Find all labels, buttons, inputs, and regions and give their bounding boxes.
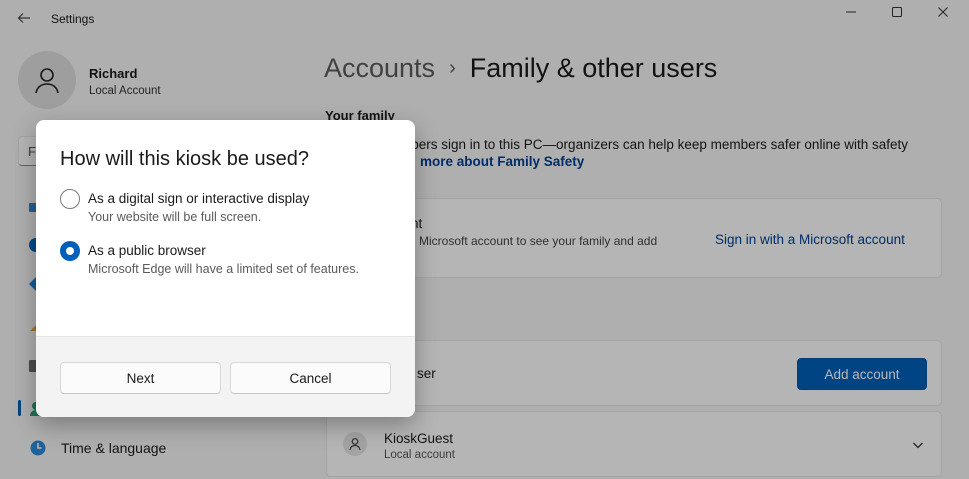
- option-digital-sign[interactable]: As a digital sign or interactive display…: [60, 188, 400, 232]
- option-description: Your website will be full screen.: [88, 210, 262, 224]
- cancel-button[interactable]: Cancel: [230, 362, 391, 394]
- option-label: As a public browser: [88, 243, 206, 258]
- option-public-browser[interactable]: As a public browser Microsoft Edge will …: [60, 240, 400, 284]
- kiosk-usage-dialog: How will this kiosk be used? As a digita…: [36, 120, 415, 417]
- option-description: Microsoft Edge will have a limited set o…: [88, 262, 359, 276]
- dialog-title: How will this kiosk be used?: [60, 148, 309, 170]
- next-button[interactable]: Next: [60, 362, 221, 394]
- option-label: As a digital sign or interactive display: [88, 191, 310, 206]
- dialog-footer: Next Cancel: [36, 336, 415, 417]
- radio-button-unselected[interactable]: [60, 189, 80, 209]
- radio-button-selected[interactable]: [60, 241, 80, 261]
